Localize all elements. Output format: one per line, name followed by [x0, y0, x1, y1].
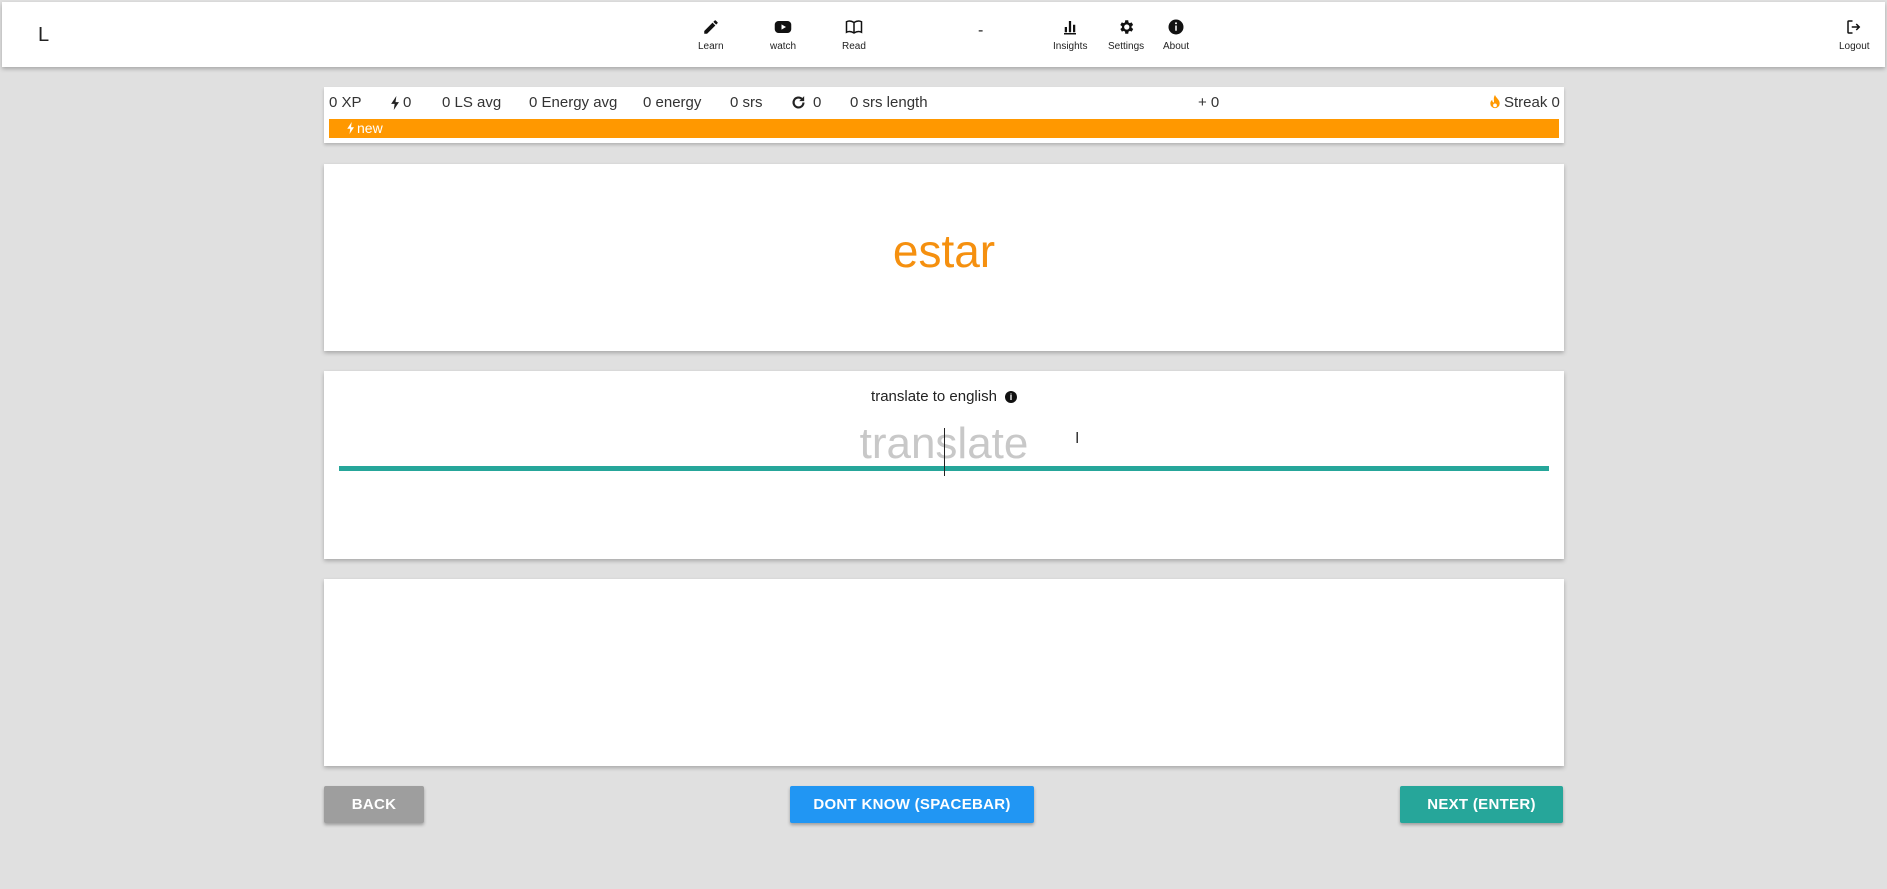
- repeat-stat: 0: [790, 94, 821, 111]
- nav-learn[interactable]: Learn: [698, 18, 724, 52]
- progress-label: new: [347, 120, 383, 136]
- ibeam-cursor-icon: I: [1075, 430, 1080, 447]
- xp-stat: 0 XP: [329, 94, 362, 111]
- srs-stat: 0 srs: [730, 94, 763, 111]
- book-icon: [845, 20, 863, 34]
- info-icon: [1168, 19, 1184, 35]
- nav-logout[interactable]: Logout: [1839, 18, 1870, 52]
- next-button[interactable]: NEXT (ENTER): [1400, 786, 1563, 823]
- nav-insights[interactable]: Insights: [1053, 18, 1087, 52]
- energy-count-value: 0: [403, 94, 412, 111]
- youtube-icon: [774, 21, 792, 33]
- feedback-card: [324, 579, 1564, 766]
- instruction-text: translate to english: [871, 388, 997, 405]
- streak-stat: Streak 0: [1489, 94, 1560, 111]
- top-navbar: L Learn watch Read - Insights Settings A…: [2, 2, 1885, 67]
- repeat-count-value: 0: [813, 94, 822, 111]
- translate-instruction: translate to english i: [324, 388, 1564, 405]
- nav-settings[interactable]: Settings: [1108, 18, 1144, 52]
- energy-avg-stat: 0 Energy avg: [529, 94, 618, 111]
- bar-chart-icon: [1064, 21, 1077, 35]
- progress-label-text: new: [357, 120, 383, 136]
- info-icon[interactable]: i: [1004, 390, 1017, 403]
- streak-value: Streak 0: [1504, 94, 1560, 111]
- gear-icon: [1120, 20, 1134, 34]
- lightning-icon: [391, 95, 399, 110]
- back-button[interactable]: BACK: [324, 786, 424, 823]
- center-indicator: -: [978, 22, 984, 39]
- translate-card: translate to english i I: [324, 371, 1564, 559]
- energy-stat: 0 energy: [643, 94, 702, 111]
- plus-stat: + 0: [1198, 94, 1220, 111]
- flame-icon: [1490, 95, 1500, 109]
- nav-watch[interactable]: watch: [770, 18, 796, 52]
- srs-length-stat: 0 srs length: [850, 94, 928, 111]
- brand-logo[interactable]: L: [38, 24, 49, 47]
- lightning-icon: [347, 122, 354, 134]
- nav-read-label: Read: [842, 41, 866, 52]
- repeat-icon: [792, 96, 805, 109]
- pencil-icon: [704, 20, 718, 34]
- dont-know-button[interactable]: DONT KNOW (SPACEBAR): [790, 786, 1034, 823]
- nav-about-label: About: [1163, 41, 1190, 52]
- nav-watch-label: watch: [770, 41, 797, 52]
- nav-insights-label: Insights: [1053, 41, 1088, 52]
- nav-learn-label: Learn: [698, 41, 724, 52]
- text-caret: [944, 428, 945, 476]
- nav-read[interactable]: Read: [842, 18, 866, 52]
- stats-bar: 0 XP 0 0 LS avg 0 Energy avg 0 energy 0 …: [324, 87, 1564, 143]
- nav-logout-label: Logout: [1839, 41, 1870, 52]
- nav-about[interactable]: About: [1163, 18, 1189, 52]
- energy-count-stat: 0: [391, 94, 411, 111]
- nav-settings-label: Settings: [1108, 41, 1145, 52]
- ls-avg-stat: 0 LS avg: [442, 94, 502, 111]
- progress-bar: new: [329, 119, 1559, 138]
- target-word: estar: [892, 225, 996, 277]
- word-card: estar: [324, 164, 1564, 351]
- logout-icon: [1847, 20, 1861, 34]
